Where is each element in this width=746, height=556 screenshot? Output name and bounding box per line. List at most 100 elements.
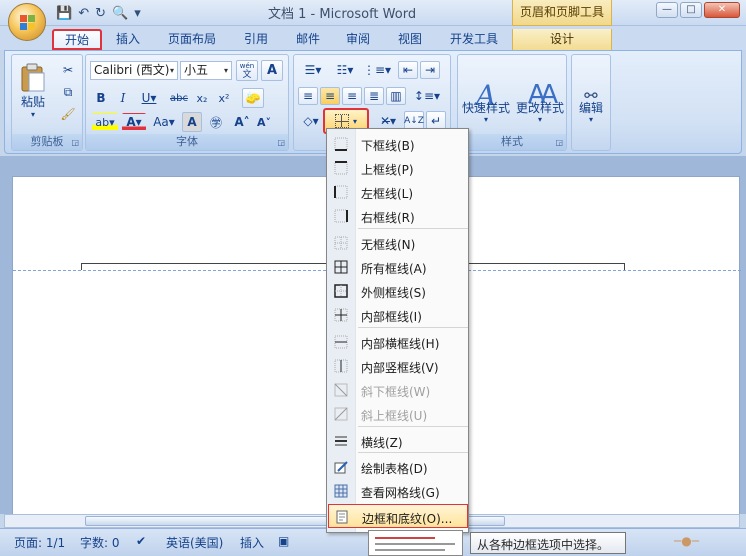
menu-separator (358, 452, 468, 453)
border-inside-vertical-icon (334, 359, 348, 373)
italic-icon[interactable]: I (114, 89, 132, 107)
menu-item-border-bottom[interactable]: 下框线(B) (328, 132, 468, 156)
tab-review[interactable]: 审阅 (338, 29, 378, 50)
menu-item-border-none[interactable]: 无框线(N) (328, 231, 468, 255)
change-case-icon[interactable]: Aa▾ (150, 113, 178, 131)
tooltip: 从各种边框选项中选择。 (470, 532, 626, 554)
distributed-icon[interactable]: ▥ (386, 87, 406, 105)
close-button[interactable]: ✕ (704, 2, 740, 18)
border-bottom-icon (334, 137, 348, 151)
font-size-value: 小五 (184, 63, 209, 77)
save-icon[interactable]: 💾 (56, 6, 72, 21)
character-shading-icon[interactable]: A (182, 112, 202, 132)
minimize-button[interactable]: — (656, 2, 678, 18)
undo-icon[interactable]: ↶ (78, 6, 89, 21)
editing-group: ⚯ 编辑 ▾ (571, 54, 611, 151)
zoom-slider-icon[interactable]: ─●─ (674, 534, 699, 548)
phonetic-guide-button[interactable]: wén 文 (236, 60, 258, 81)
border-diagonal-up-icon (334, 407, 348, 421)
borders-dropdown-menu: 下框线(B) 上框线(P) 左框线(L) 右框线(R) 无框线(N) 所有框线(A) 外侧框… (326, 128, 469, 533)
menu-item-border-top[interactable]: 上框线(P) (328, 156, 468, 180)
office-button[interactable] (8, 3, 46, 41)
print-preview-icon[interactable]: 🔍 (112, 6, 128, 21)
decrease-indent-icon[interactable]: ⇤ (398, 61, 418, 79)
font-name-combo[interactable]: Calibri (西文) ▾ (90, 61, 178, 80)
borders-shading-icon (335, 510, 349, 524)
align-left-icon[interactable]: ≡ (298, 87, 318, 105)
menu-item-border-all[interactable]: 所有框线(A) (328, 255, 468, 279)
numbering-icon[interactable]: ☷▾ (330, 61, 360, 79)
grow-font-icon[interactable]: A˄ (232, 112, 252, 132)
menu-item-border-right[interactable]: 右框线(R) (328, 204, 468, 228)
increase-indent-icon[interactable]: ⇥ (420, 61, 440, 79)
shrink-font-icon[interactable]: A˅ (254, 112, 274, 132)
styles-launcher-icon[interactable]: ◲ (555, 138, 563, 147)
page-count[interactable]: 页面: 1/1 (14, 534, 65, 551)
tab-references[interactable]: 引用 (236, 29, 276, 50)
horizontal-line-icon (334, 434, 348, 448)
border-dotted-icon (334, 114, 349, 128)
insert-mode[interactable]: 插入 (240, 534, 264, 551)
strikethrough-icon[interactable]: abc (168, 89, 190, 107)
align-center-icon[interactable]: ≡ (320, 87, 340, 105)
font-size-combo[interactable]: 小五 ▾ (180, 61, 232, 80)
menu-item-label: 内部竖框线(V) (361, 361, 439, 375)
menu-item-horizontal-line[interactable]: 横线(Z) (328, 429, 468, 453)
align-right-icon[interactable]: ≡ (342, 87, 362, 105)
menu-item-label: 无框线(N) (361, 238, 416, 252)
clipboard-launcher-icon[interactable]: ◲ (71, 138, 79, 147)
justify-icon[interactable]: ≣ (364, 87, 384, 105)
menu-item-border-inside[interactable]: 内部框线(I) (328, 303, 468, 327)
format-painter-icon[interactable]: 🖌 (58, 105, 78, 123)
copy-icon[interactable]: ⧉ (58, 83, 78, 101)
menu-item-label: 左框线(L) (361, 187, 414, 201)
menu-item-border-outside[interactable]: 外侧框线(S) (328, 279, 468, 303)
superscript-icon[interactable]: x² (214, 89, 234, 107)
tab-view[interactable]: 视图 (390, 29, 430, 50)
macro-record-icon[interactable]: ▣ (278, 534, 289, 548)
tab-page-layout[interactable]: 页面布局 (160, 29, 224, 50)
menu-item-border-inside-horizontal[interactable]: 内部横框线(H) (328, 330, 468, 354)
wen-char-icon: 文 (242, 69, 252, 80)
character-border-icon[interactable]: A (261, 60, 283, 81)
menu-item-label: 下框线(B) (361, 139, 415, 153)
shading-icon[interactable]: ◇▾ (298, 111, 324, 131)
tab-developer[interactable]: 开发工具 (442, 29, 506, 50)
chevron-down-icon: ▾ (223, 66, 228, 75)
clipboard-group: 粘贴 ▾ ✂ ⧉ 🖌 剪贴板 ◲ (11, 54, 83, 151)
tab-design[interactable]: 设计 (512, 29, 612, 50)
tab-home[interactable]: 开始 (52, 29, 102, 50)
multilevel-list-icon[interactable]: ⋮≡▾ (362, 61, 392, 79)
enclose-characters-icon[interactable]: ㊫ (206, 112, 226, 132)
redo-icon[interactable]: ↻ (95, 6, 106, 21)
underline-icon[interactable]: U▾ (136, 89, 162, 107)
styles-group: A 快速样式 ▾ AA 更改样式 ▾ 样式 ◲ (457, 54, 567, 151)
bold-icon[interactable]: B (92, 89, 110, 107)
word-count[interactable]: 字数: 0 (80, 534, 120, 551)
menu-item-border-left[interactable]: 左框线(L) (328, 180, 468, 204)
menu-item-view-gridlines[interactable]: 查看网格线(G) (328, 479, 468, 503)
preview-line (375, 549, 445, 551)
font-launcher-icon[interactable]: ◲ (277, 138, 285, 147)
subscript-icon[interactable]: x₂ (192, 89, 212, 107)
line-spacing-icon[interactable]: ↕≡▾ (412, 87, 442, 105)
paste-button[interactable]: 粘贴 ▾ (16, 59, 50, 123)
border-right-icon (334, 209, 348, 223)
clear-formatting-icon[interactable]: 🧽 (242, 88, 264, 108)
menu-item-border-inside-vertical[interactable]: 内部竖框线(V) (328, 354, 468, 378)
tab-insert[interactable]: 插入 (108, 29, 148, 50)
menu-separator (358, 327, 468, 328)
menu-item-borders-shading[interactable]: 边框和底纹(O)... (328, 504, 468, 528)
tab-mailings[interactable]: 邮件 (288, 29, 328, 50)
customize-qat-icon[interactable]: ▾ (134, 6, 141, 21)
bullets-icon[interactable]: ☰▾ (298, 61, 328, 79)
menu-item-label: 边框和底纹(O)... (362, 512, 453, 526)
proofing-icon[interactable]: ✔ (136, 534, 146, 548)
menu-item-draw-table[interactable]: 绘制表格(D) (328, 455, 468, 479)
maximize-button[interactable]: □ (680, 2, 702, 18)
highlight-icon[interactable]: ab▾ (92, 113, 118, 131)
cut-icon[interactable]: ✂ (58, 61, 78, 79)
font-color-icon[interactable]: A▾ (122, 113, 146, 131)
menu-item-label: 绘制表格(D) (361, 462, 428, 476)
language[interactable]: 英语(美国) (166, 534, 223, 551)
